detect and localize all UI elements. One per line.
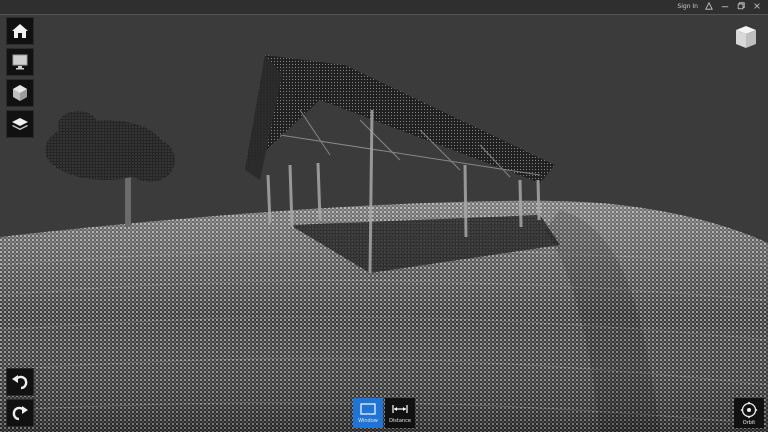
app-window: Sign In Window Distance Orbit: [0, 0, 768, 432]
undo-icon: [12, 375, 28, 390]
orbit-button[interactable]: Orbit: [734, 398, 764, 428]
view-cube[interactable]: [732, 24, 760, 50]
titlebar-controls: Sign In: [677, 1, 762, 11]
minimize-icon[interactable]: [720, 1, 730, 11]
redo-button[interactable]: [6, 399, 34, 427]
restore-icon[interactable]: [736, 1, 746, 11]
measure-toolbar: Window Distance: [353, 398, 415, 428]
distance-button[interactable]: Distance: [385, 398, 415, 428]
orbit-icon: [740, 401, 758, 418]
distance-icon: [392, 405, 408, 413]
window-select-label: Window: [358, 418, 378, 424]
distance-label: Distance: [389, 418, 411, 424]
view-cube-icon: [736, 26, 756, 48]
account-menu-icon[interactable]: [704, 1, 714, 11]
undo-button[interactable]: [6, 368, 34, 396]
monitor-icon: [12, 54, 28, 70]
model-cube-button[interactable]: [6, 79, 34, 107]
home-icon: [12, 24, 28, 38]
window-select-button[interactable]: Window: [353, 398, 383, 428]
window-select-icon: [360, 403, 376, 415]
tree-point-cloud: [45, 111, 175, 227]
point-cloud-viewport[interactable]: [0, 15, 768, 432]
layers-button[interactable]: [6, 110, 34, 138]
sign-in-link[interactable]: Sign In: [677, 3, 698, 10]
point-cloud-scene: [0, 55, 768, 432]
home-button[interactable]: [6, 17, 34, 45]
title-bar: Sign In: [0, 0, 768, 15]
orbit-label: Orbit: [742, 419, 756, 426]
layers-icon: [12, 118, 28, 130]
cube-icon: [13, 85, 27, 101]
close-icon[interactable]: [752, 1, 762, 11]
monitor-button[interactable]: [6, 48, 34, 76]
redo-icon: [12, 406, 28, 421]
